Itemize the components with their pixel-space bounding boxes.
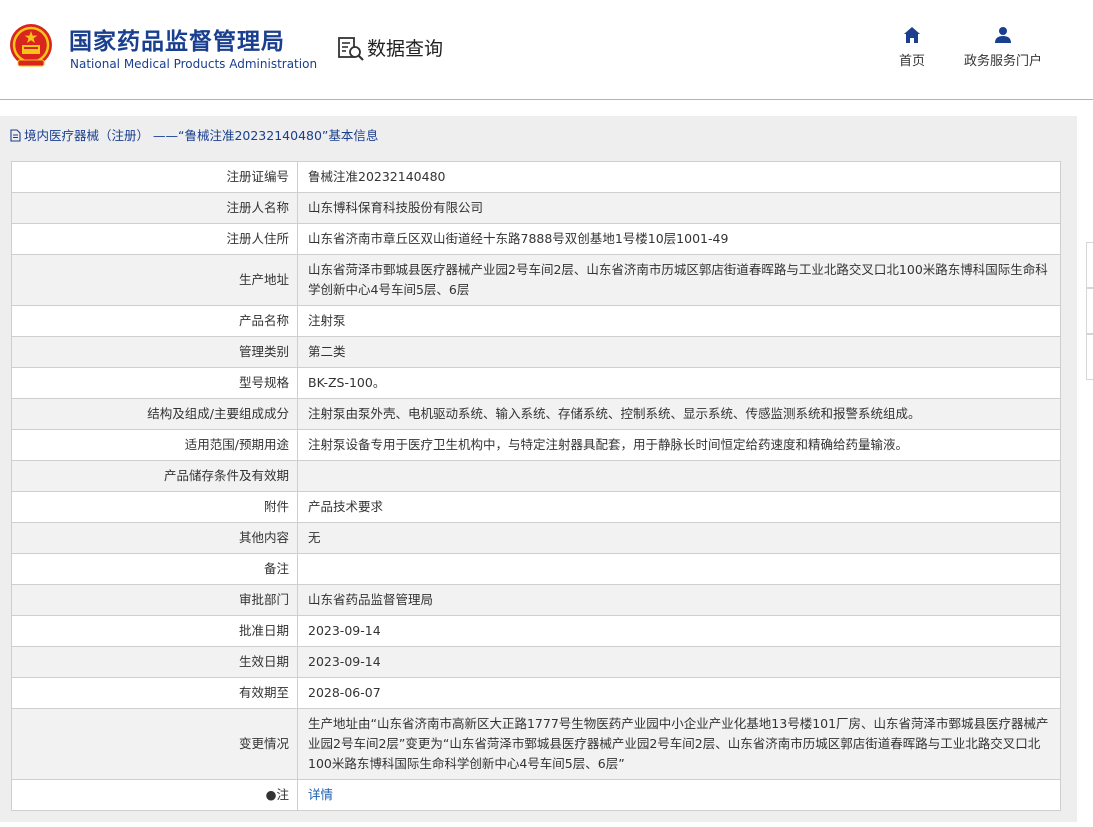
field-value: 无 [297,522,1061,554]
field-label: 注册人住所 [11,223,298,255]
registration-info-table: 注册证编号 鲁械注准20232140480 注册人名称 山东博科保育科技股份有限… [11,161,1061,811]
field-value: 注射泵 [297,305,1061,337]
table-row: 审批部门 山东省药品监督管理局 [11,584,1061,616]
table-row: 其他内容 无 [11,522,1061,554]
header-divider [0,99,1093,100]
field-label: 结构及组成/主要组成成分 [11,398,298,430]
table-row: 批准日期 2023-09-14 [11,615,1061,647]
field-label: 适用范围/预期用途 [11,429,298,461]
field-label: 管理类别 [11,336,298,368]
page-title: 数据查询 [367,38,444,60]
table-row: 产品储存条件及有效期 [11,460,1061,492]
data-query-icon [338,37,364,61]
field-label: 批准日期 [11,615,298,647]
panel-title: 境内医疗器械（注册） ——“鲁械注准20232140480”基本信息 [10,125,378,144]
table-row: 生产地址 山东省菏泽市鄄城县医疗器械产业园2号车间2层、山东省济南市历城区郭店街… [11,254,1061,306]
field-label: 注册证编号 [11,161,298,193]
field-label: 备注 [11,553,298,585]
nav-service-portal-label: 政务服务门户 [963,54,1042,69]
nav-home-label: 首页 [898,54,925,69]
side-toolbar-button[interactable] [1086,242,1093,288]
note-value: 详情 [297,779,1061,811]
field-value: 生产地址由“山东省济南市高新区大正路1777号生物医药产业园中小企业产业化基地1… [297,708,1061,780]
field-value: 注射泵由泵外壳、电机驱动系统、输入系统、存储系统、控制系统、显示系统、传感监测系… [297,398,1061,430]
org-name-en: National Medical Products Administration [70,57,318,71]
panel-title-text: 境内医疗器械（注册） ——“鲁械注准20232140480”基本信息 [24,128,379,143]
site-header: 国家药品监督管理局 National Medical Products Admi… [0,0,1093,100]
field-value: 产品技术要求 [297,491,1061,523]
table-row: 管理类别 第二类 [11,336,1061,368]
field-label: 产品储存条件及有效期 [11,460,298,492]
nav-service-portal[interactable]: 政务服务门户 [960,26,1046,69]
table-row: 注册人名称 山东博科保育科技股份有限公司 [11,192,1061,224]
field-value: 山东省济南市章丘区双山街道经十东路7888号双创基地1号楼10层1001-49 [297,223,1061,255]
document-icon [10,129,21,142]
field-label: 生产地址 [11,254,298,306]
table-row: 备注 [11,553,1061,585]
table-row: 附件 产品技术要求 [11,491,1061,523]
table-row: ●注 详情 [11,779,1061,811]
table-row: 生效日期 2023-09-14 [11,646,1061,678]
field-value: 山东省药品监督管理局 [297,584,1061,616]
field-value: 鲁械注准20232140480 [297,161,1061,193]
field-value [297,460,1061,492]
field-value: 2023-09-14 [297,615,1061,647]
field-value: 注射泵设备专用于医疗卫生机构中，与特定注射器具配套，用于静脉长时间恒定给药速度和… [297,429,1061,461]
field-value: 第二类 [297,336,1061,368]
field-label: 有效期至 [11,677,298,709]
user-icon [995,27,1011,43]
field-value: 山东省菏泽市鄄城县医疗器械产业园2号车间2层、山东省济南市历城区郭店街道春晖路与… [297,254,1061,306]
field-label: 附件 [11,491,298,523]
field-label: 变更情况 [11,708,298,780]
field-label: 型号规格 [11,367,298,399]
national-emblem-icon [10,24,52,67]
field-label: 注册人名称 [11,192,298,224]
table-row: 结构及组成/主要组成成分 注射泵由泵外壳、电机驱动系统、输入系统、存储系统、控制… [11,398,1061,430]
table-row: 有效期至 2028-06-07 [11,677,1061,709]
table-row: 产品名称 注射泵 [11,305,1061,337]
home-icon [904,27,920,43]
org-name-cn: 国家药品监督管理局 [69,29,285,55]
field-value: 2023-09-14 [297,646,1061,678]
field-label: 审批部门 [11,584,298,616]
field-value: 山东博科保育科技股份有限公司 [297,192,1061,224]
table-row: 注册证编号 鲁械注准20232140480 [11,161,1061,193]
field-label: 生效日期 [11,646,298,678]
table-row: 适用范围/预期用途 注射泵设备专用于医疗卫生机构中，与特定注射器具配套，用于静脉… [11,429,1061,461]
side-toolbar-button[interactable] [1086,334,1093,380]
table-row: 型号规格 BK-ZS-100。 [11,367,1061,399]
details-link[interactable]: 详情 [308,787,333,802]
table-row: 变更情况 生产地址由“山东省济南市高新区大正路1777号生物医药产业园中小企业产… [11,708,1061,780]
nav-home[interactable]: 首页 [896,26,928,69]
field-label: 产品名称 [11,305,298,337]
side-toolbar-button[interactable] [1086,288,1093,334]
field-value: BK-ZS-100。 [297,367,1061,399]
table-row: 注册人住所 山东省济南市章丘区双山街道经十东路7888号双创基地1号楼10层10… [11,223,1061,255]
field-value: 2028-06-07 [297,677,1061,709]
note-label: ●注 [11,779,298,811]
field-value [297,553,1061,585]
field-label: 其他内容 [11,522,298,554]
detail-panel: 境内医疗器械（注册） ——“鲁械注准20232140480”基本信息 注册证编号… [0,116,1077,822]
